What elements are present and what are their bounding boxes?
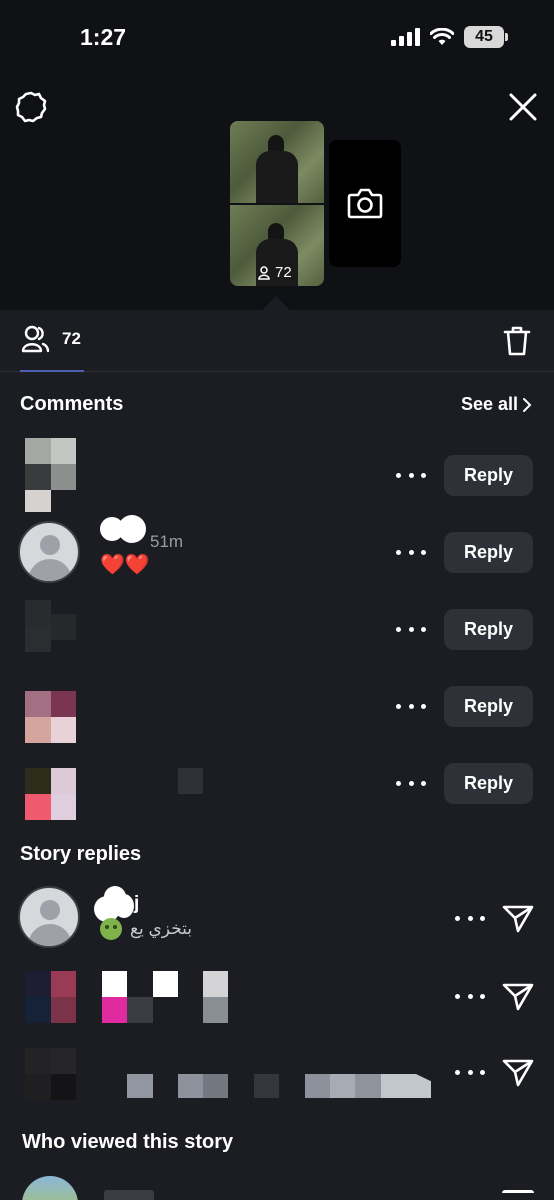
viewers-icon [21,325,50,353]
status-indicators: 45 [391,26,508,48]
camera-icon [347,188,383,219]
story-reply-text: بتخزي يع [100,918,192,940]
tab-viewers[interactable]: 72 [20,324,81,354]
status-time: 1:27 [80,24,127,50]
send-icon[interactable] [502,981,534,1011]
wifi-icon [430,28,454,45]
story-reply-row [0,1036,554,1108]
close-icon[interactable] [506,90,540,124]
more-dots-icon[interactable] [396,778,426,788]
cellular-signal-icon [391,28,420,46]
viewers-count: 72 [62,329,81,348]
avatar[interactable] [18,886,80,948]
story-replies-title: Story replies [20,843,142,865]
viewers-small-icon [258,265,270,280]
story-reply-message: بتخزي يع [130,919,193,938]
viewers-tab-bar: 72 [0,310,554,372]
story-reply-row: j [0,880,554,952]
viewer-name-placeholder [104,1190,154,1200]
nauseated-face-icon [100,918,122,940]
story-view-count-value: 72 [275,264,292,281]
send-icon[interactable] [502,1190,534,1200]
comment-row: Reply [0,592,554,664]
selection-pointer [262,296,290,310]
trash-icon[interactable] [503,325,531,357]
story-preview-area: 1:27 45 72 [0,0,554,310]
more-dots-icon[interactable] [455,913,485,923]
comment-row: Reply [0,438,554,512]
story-view-count: 72 [258,264,292,281]
tab-active-indicator [20,370,84,372]
see-all-label: See all [460,394,518,414]
reply-button[interactable]: Reply [444,455,533,496]
comments-title: Comments [20,393,124,415]
more-dots-icon[interactable] [396,624,426,634]
reply-button[interactable]: Reply [444,763,533,804]
gear-icon[interactable] [14,90,48,124]
send-icon[interactable] [502,903,534,933]
comment-row: Reply [0,669,554,743]
who-viewed-title: Who viewed this story [22,1131,234,1153]
avatar[interactable] [18,521,80,583]
comment-time: 51m [150,532,184,551]
more-dots-icon[interactable] [396,701,426,711]
reply-button[interactable]: Reply [444,686,533,727]
reply-button[interactable]: Reply [444,532,533,573]
comment-row: Reply [0,746,554,820]
battery-indicator: 45 [464,26,508,48]
reply-button[interactable]: Reply [444,609,533,650]
add-story-tile[interactable] [329,140,401,267]
more-dots-icon[interactable] [396,470,426,480]
comment-text: ❤️❤️ [100,554,150,576]
more-dots-icon[interactable] [396,547,426,557]
more-dots-icon[interactable] [455,1067,485,1077]
avatar[interactable] [22,1176,78,1200]
comment-row: 51m Reply [0,515,554,587]
story-reply-row [0,958,554,1030]
chevron-right-icon [523,397,532,412]
reply-username-suffix: j [134,893,140,914]
see-all-link[interactable]: See all [461,394,532,415]
send-icon[interactable] [502,1057,534,1087]
more-dots-icon[interactable] [455,991,485,1001]
story-thumbnail-top[interactable] [230,121,324,203]
